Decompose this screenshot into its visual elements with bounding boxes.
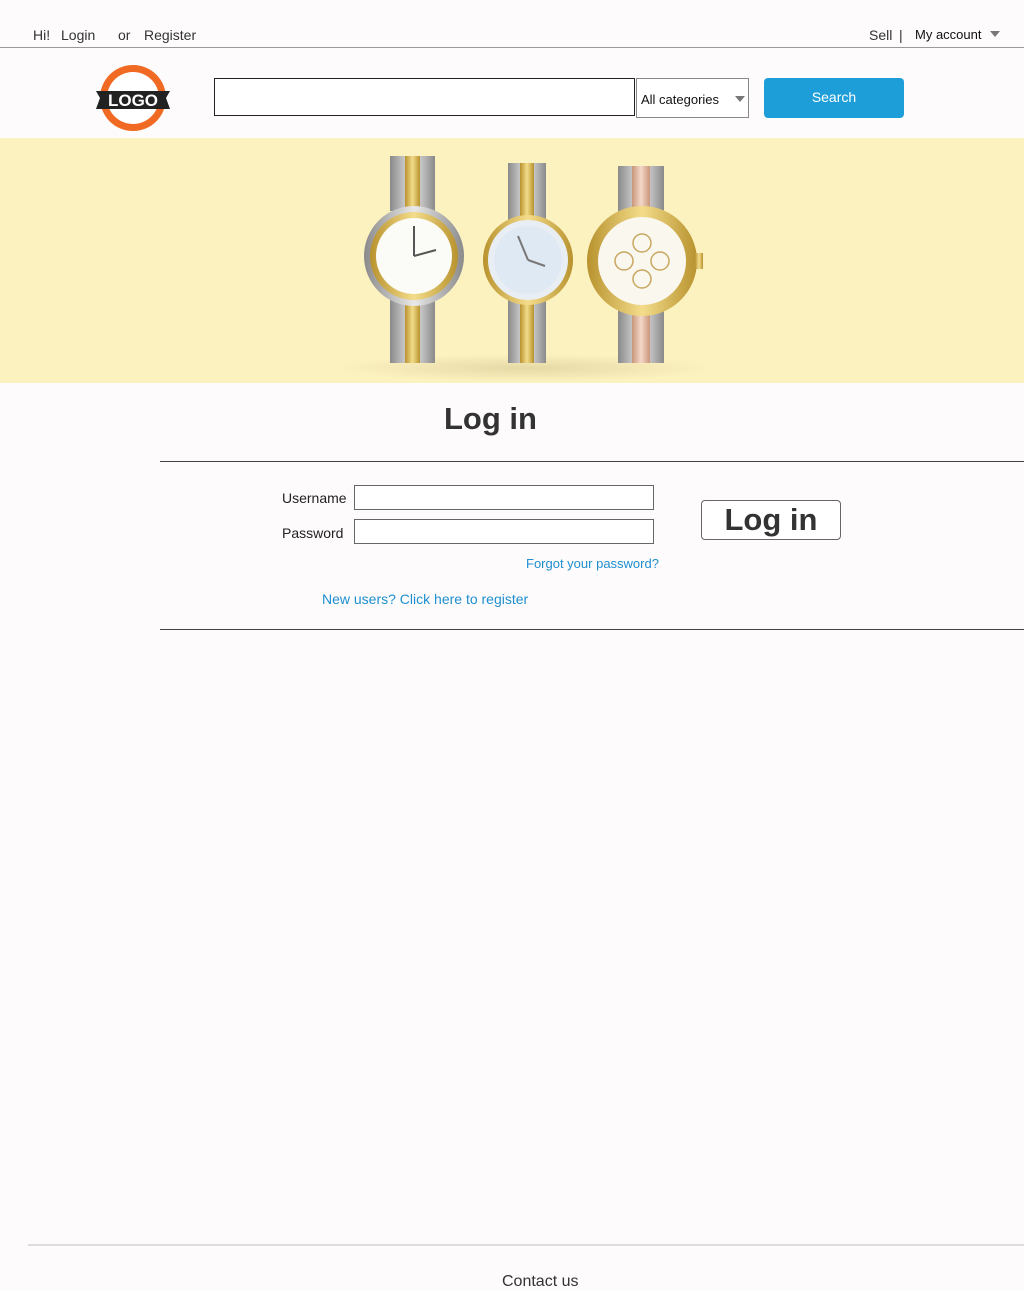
password-field[interactable]	[354, 519, 654, 544]
username-field[interactable]	[354, 485, 654, 510]
register-link-cta[interactable]: New users? Click here to register	[322, 591, 528, 607]
watches-banner-image	[335, 156, 715, 382]
chevron-down-icon	[735, 96, 745, 102]
divider-bottom	[160, 629, 1024, 630]
divider-top	[160, 461, 1024, 462]
category-select-label: All categories	[641, 92, 720, 107]
separator: |	[899, 27, 903, 43]
logo-text: LOGO	[108, 91, 158, 110]
sell-link[interactable]: Sell	[869, 27, 892, 43]
logo-badge-icon: LOGO	[96, 65, 170, 131]
search-input[interactable]	[214, 78, 635, 116]
or-text: or	[118, 27, 131, 43]
watch-1-image	[364, 156, 464, 363]
username-label: Username	[282, 490, 347, 506]
hero-banner	[0, 138, 1024, 383]
chevron-down-icon[interactable]	[990, 31, 1000, 37]
logo[interactable]: LOGO	[93, 58, 173, 138]
search-button[interactable]: Search	[764, 78, 904, 118]
watch-3-image	[587, 166, 703, 363]
register-link[interactable]: Register	[144, 27, 196, 43]
login-button[interactable]: Log in	[701, 500, 841, 540]
category-select[interactable]: All categories	[636, 78, 749, 118]
page-title: Log in	[444, 401, 537, 436]
password-label: Password	[282, 525, 344, 541]
contact-us-link[interactable]: Contact us	[502, 1273, 578, 1291]
greeting-text: Hi!	[33, 27, 51, 43]
forgot-password-link[interactable]: Forgot your password?	[526, 556, 659, 571]
watch-2-image	[483, 163, 573, 363]
footer-divider	[28, 1244, 1024, 1246]
my-account-menu[interactable]: My account	[915, 27, 981, 42]
login-link[interactable]: Login	[61, 27, 95, 43]
